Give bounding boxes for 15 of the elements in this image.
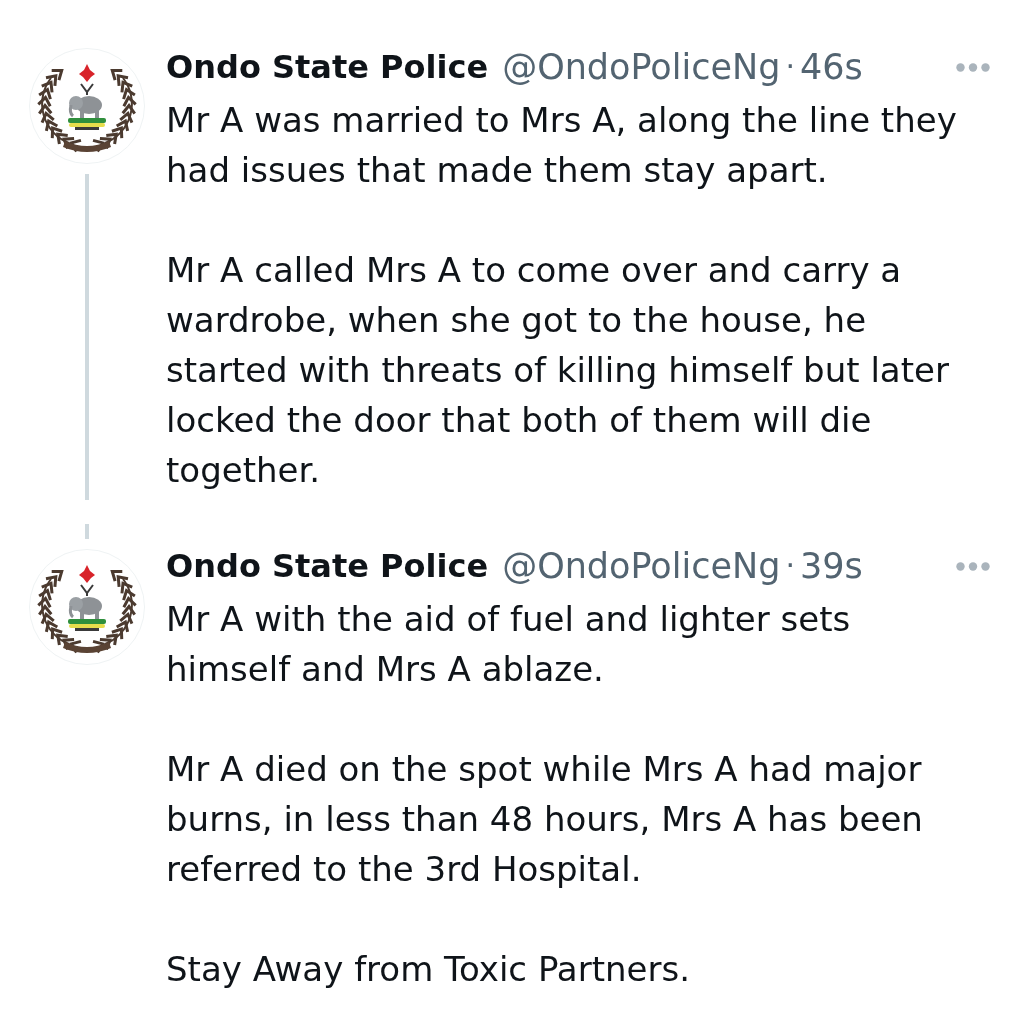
tweet-text: Stay Away from Toxic Partners. bbox=[166, 948, 691, 991]
crest-avatar-icon[interactable] bbox=[29, 48, 145, 164]
author-name[interactable]: Ondo State Police bbox=[166, 546, 489, 586]
timestamp[interactable]: 46s bbox=[799, 47, 863, 87]
tweet-text: Mr A called Mrs A to come over and carry a wardrobe, when she got to the house, he started with threats of killing himself but later locked the door that both of them will die together. bbox=[166, 249, 950, 492]
crest-avatar-icon[interactable] bbox=[29, 549, 145, 665]
timestamp[interactable]: 39s bbox=[799, 546, 863, 586]
tweet-text: Mr A was married to Mrs A, along the line they had issues that made them stay apart. bbox=[166, 99, 958, 192]
author-handle[interactable]: @OndoPoliceNg bbox=[502, 47, 781, 87]
dot-separator: · bbox=[785, 48, 795, 86]
dot-separator: · bbox=[785, 547, 795, 585]
tweet-text: Mr A with the aid of fuel and lighter sets himself and Mrs A ablaze. bbox=[166, 598, 852, 691]
author-handle[interactable]: @OndoPoliceNg bbox=[502, 546, 781, 586]
tweet-text: Mr A died on the spot while Mrs A had major burns, in less than 48 hours, Mrs A has been referred to the 3rd Hospital. bbox=[166, 748, 924, 891]
author-name[interactable]: Ondo State Police bbox=[166, 47, 489, 87]
